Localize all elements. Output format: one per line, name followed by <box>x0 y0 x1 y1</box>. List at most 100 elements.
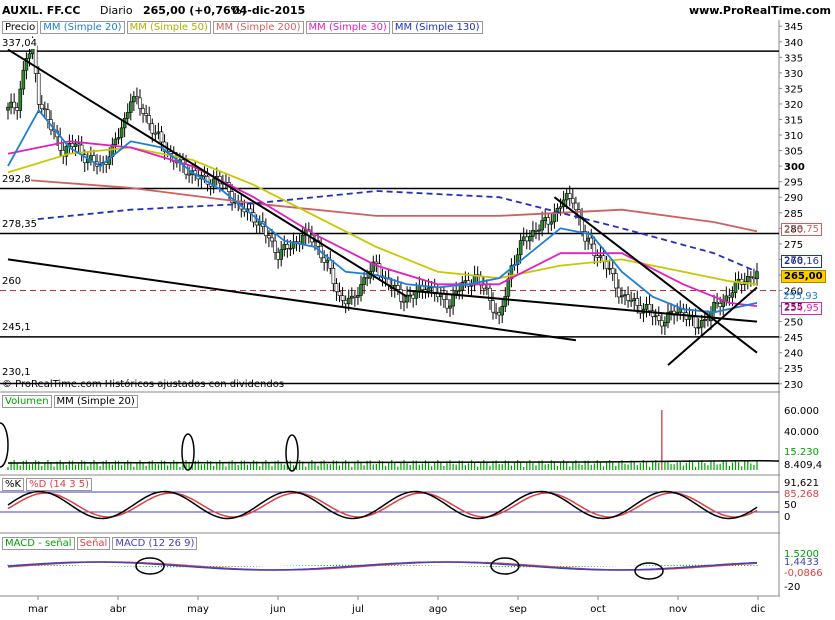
candle-body <box>334 283 339 292</box>
candle-body <box>6 106 10 111</box>
level-292: 292,8 <box>2 174 31 185</box>
candle-body <box>9 101 13 108</box>
candle-body <box>524 236 529 242</box>
candle-body <box>506 278 511 297</box>
price-tick-label: 315 <box>784 115 803 126</box>
stoch-legend: %K %D (14 3 5) <box>2 478 94 491</box>
macd-axis-minus20: -20 <box>784 582 801 593</box>
candle-body <box>288 247 293 250</box>
price-chart[interactable]: 2302352402452502552602652702752802852902… <box>0 0 835 620</box>
volume-annotation-ellipse <box>181 433 195 471</box>
candle-body <box>423 289 428 292</box>
level-230: 230,1 <box>2 367 31 378</box>
candle-body <box>46 109 50 120</box>
month-label: mar <box>28 604 49 615</box>
price-tick-label: 275 <box>784 240 803 251</box>
stoch-d-val: 85,268 <box>784 489 819 500</box>
price-tick-label: 250 <box>784 318 803 329</box>
volume-annotation-ellipse <box>285 434 299 472</box>
candle-body <box>613 273 618 289</box>
candle-body <box>150 123 155 134</box>
legend-stoch-k[interactable]: %K <box>2 478 25 491</box>
legend-macd[interactable]: MACD (12 26 9) <box>112 537 198 550</box>
candle-body <box>276 252 280 260</box>
candle-body <box>254 221 259 226</box>
candle-body <box>558 206 563 209</box>
candle-body <box>546 217 551 225</box>
candle-body <box>703 319 707 321</box>
candle-body <box>282 244 287 250</box>
month-label: jun <box>269 604 285 615</box>
candle-body <box>132 96 136 103</box>
candle-body <box>564 193 569 201</box>
candle-body <box>607 268 612 270</box>
legend-stoch-d[interactable]: %D (14 3 5) <box>26 478 93 491</box>
candle-body <box>663 322 667 327</box>
month-label: oct <box>590 604 606 615</box>
candle-body <box>331 267 336 284</box>
candle-body <box>727 295 732 298</box>
price-tick-label: 230 <box>784 380 803 391</box>
vol-ma-last: 8.409,4 <box>784 460 823 471</box>
price-tick-label: 345 <box>784 22 803 33</box>
candle-body <box>518 240 523 256</box>
candle-body <box>113 138 118 145</box>
candle-body <box>411 294 415 299</box>
candle-body <box>187 173 191 176</box>
candle-body <box>457 289 462 292</box>
macd-annotation-ellipse <box>634 562 664 580</box>
candle-body <box>267 235 271 239</box>
candle-body <box>543 217 547 221</box>
candle-body <box>402 300 406 303</box>
candle-body <box>202 174 207 177</box>
candle-body <box>147 115 152 125</box>
candle-body <box>365 277 369 279</box>
legend-volume[interactable]: Volumen <box>2 395 52 408</box>
month-label: jul <box>351 604 364 615</box>
candle-body <box>715 301 719 304</box>
candle-body <box>755 271 759 280</box>
legend-macd-signal[interactable]: Señal <box>76 537 111 550</box>
level-278: 278,35 <box>2 219 37 230</box>
candle-body <box>340 295 345 301</box>
candle-body <box>598 255 603 258</box>
price-tick-label: 330 <box>784 69 803 80</box>
candle-body <box>632 298 637 301</box>
volume-legend: Volumen MM (Simple 20) <box>2 395 140 408</box>
legend-volume-ma[interactable]: MM (Simple 20) <box>53 395 138 408</box>
candle-body <box>537 229 541 232</box>
candle-body <box>12 101 16 109</box>
price-tick-label: 240 <box>784 349 803 360</box>
candle-body <box>623 294 627 297</box>
candle-body <box>408 294 412 297</box>
candle-body <box>116 137 121 140</box>
price-layer <box>0 36 779 385</box>
macd-val-b: 1,4433 <box>784 557 819 568</box>
month-label: nov <box>669 604 687 615</box>
level-260: 260 <box>2 276 22 287</box>
candle-body <box>540 220 544 231</box>
level-245: 245,1 <box>2 322 31 333</box>
candle-body <box>353 295 357 298</box>
candle-body <box>70 143 75 147</box>
candle-body <box>135 96 139 99</box>
stoch-axis-0: 0 <box>784 512 791 523</box>
candle-body <box>718 303 722 307</box>
candle-body <box>128 101 133 113</box>
legend-macd-signal-line[interactable]: MACD - señal <box>2 537 75 550</box>
trend-line <box>667 286 758 366</box>
price-tick-label: 325 <box>784 84 803 95</box>
candle-body <box>696 326 701 329</box>
candle-body <box>549 221 554 225</box>
candle-body <box>644 304 649 310</box>
candle-body <box>463 280 468 283</box>
candle-body <box>733 281 738 294</box>
candle-body <box>279 249 284 260</box>
candle-body <box>325 259 330 263</box>
candle-body <box>153 132 158 135</box>
price-tick-label: 305 <box>784 147 803 158</box>
candle-body <box>595 255 600 258</box>
price-tick-label: 290 <box>784 193 803 204</box>
candle-body <box>589 237 594 245</box>
candle-body <box>356 295 360 298</box>
